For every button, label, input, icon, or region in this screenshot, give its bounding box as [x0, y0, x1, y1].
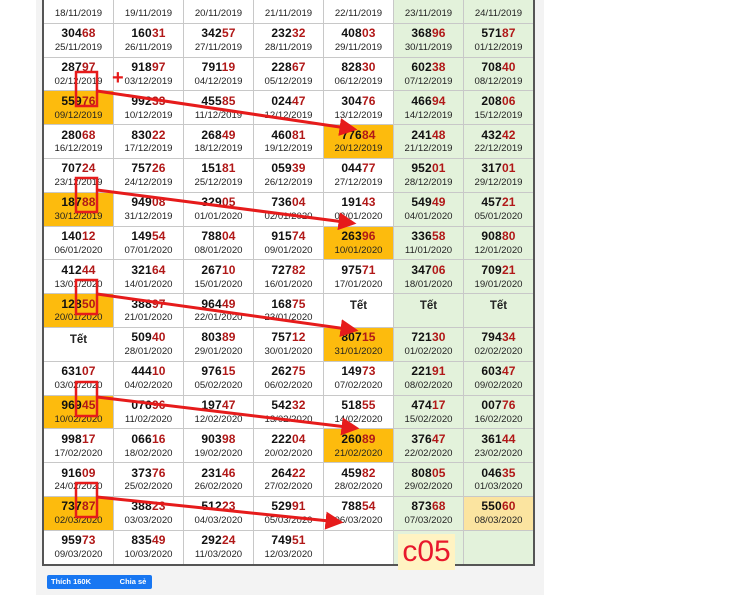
- annotation-overlay: +: [74, 67, 360, 530]
- annotation-box: [74, 176, 99, 214]
- share-button[interactable]: Chia sẻ: [114, 575, 152, 589]
- annotation-box: [74, 481, 99, 519]
- annotation-arrow: [96, 395, 360, 436]
- annotation-label: c05: [398, 534, 455, 570]
- annotation-arrow: [96, 89, 358, 136]
- annotation-arrow: [96, 495, 344, 530]
- annotation-arrow: [96, 292, 359, 338]
- annotation-box: [74, 70, 99, 108]
- facebook-like-button[interactable]: Thích 160K: [47, 575, 119, 589]
- annotation-box: [74, 380, 99, 418]
- plus-mark: +: [112, 67, 124, 89]
- annotation-arrow: [96, 188, 357, 231]
- annotation-box: [74, 278, 99, 316]
